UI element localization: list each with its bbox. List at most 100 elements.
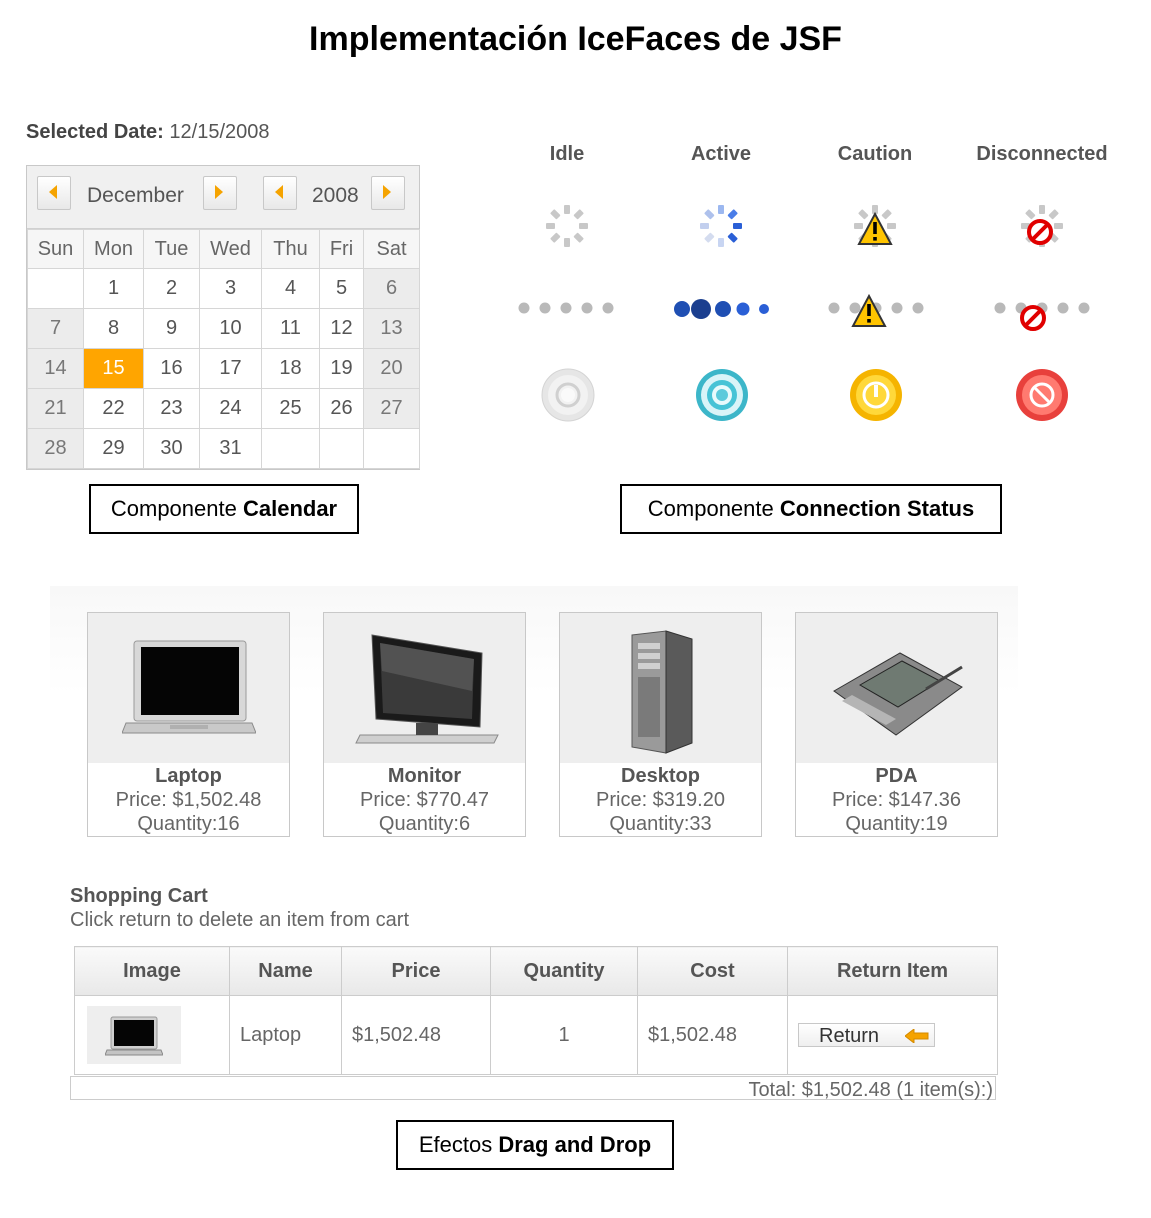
product-quantity: Quantity:16 [137,813,240,835]
calendar-day[interactable]: 30 [143,428,200,469]
disconnected-dots-icon [994,302,1090,331]
calendar-day[interactable]: 26 [319,388,364,429]
cart-total: Total: $1,502.48 (1 item(s):) [70,1076,996,1101]
calendar-day[interactable]: 22 [83,388,144,429]
caution-dots-icon [828,293,924,327]
product-price: Price: $1,502.48 [115,789,262,811]
weekday-header: Thu [261,229,320,269]
column-header-return: Return Item [787,946,998,996]
arrow-left-icon [275,185,283,199]
next-year-button[interactable] [371,176,405,210]
status-header-caution: Caution [837,143,913,165]
calendar-week-row: 7 8 9 10 11 12 13 [27,308,420,349]
calendar-day[interactable]: 5 [319,268,364,309]
calendar-day[interactable]: 4 [261,268,320,309]
return-button[interactable]: Return [798,1022,935,1047]
product-card-desktop[interactable]: Desktop Price: $319.20 Quantity:33 [559,612,762,837]
connection-status-caption: Componente Connection Status [620,484,1002,534]
product-quantity: Quantity:19 [845,813,948,835]
calendar-grid: Sun Mon Tue Wed Thu Fri Sat 1 2 3 4 5 6 7 8 9 10 11 12 13 1… [27,229,420,469]
column-header-cost: Cost [637,946,788,996]
column-header-image: Image [74,946,230,996]
active-spinner-icon [700,205,742,247]
cart-item-image [74,995,230,1075]
status-header-active: Active [690,143,752,165]
caption-prefix: Componente [647,496,780,521]
calendar-day[interactable]: 28 [27,428,84,469]
calendar-week-row: 28 29 30 31 [27,428,420,469]
calendar-day[interactable]: 9 [143,308,200,349]
prev-year-button[interactable] [263,176,297,210]
laptop-icon [122,640,256,734]
calendar-day[interactable]: 13 [363,308,420,349]
selected-date-label: Selected Date: [26,121,164,143]
caption-bold: Calendar [242,496,338,521]
calendar-day[interactable]: 16 [143,348,200,389]
calendar-week-row: 123456 [27,268,420,309]
prev-month-button[interactable] [37,176,71,210]
caution-spinner-icon [854,205,896,247]
calendar-day[interactable]: 27 [363,388,420,429]
calendar-day[interactable]: 6 [363,268,420,309]
drag-drop-caption: Efectos Drag and Drop [396,1120,674,1170]
cart-item-quantity: 1 [490,995,638,1075]
idle-spinner-icon [546,205,588,247]
active-status-icon [696,369,748,421]
column-header-price: Price [341,946,491,996]
calendar-day[interactable]: 2 [143,268,200,309]
calendar-week-row: 14 15 16 17 18 19 20 [27,348,420,389]
product-name: Laptop [155,765,222,787]
calendar-empty-cell [363,428,420,469]
calendar-day[interactable]: 20 [363,348,420,389]
calendar-day[interactable]: 29 [83,428,144,469]
weekday-row: Sun Mon Tue Wed Thu Fri Sat [27,229,420,269]
weekday-header: Tue [143,229,200,269]
calendar-day[interactable]: 15 [83,348,144,389]
product-card-monitor[interactable]: Monitor Price: $770.47 Quantity:6 [323,612,526,837]
cart-item-price: $1,502.48 [341,995,491,1075]
calendar-day[interactable]: 18 [261,348,320,389]
calendar-day[interactable]: 8 [83,308,144,349]
arrow-right-icon [215,185,223,199]
calendar-day[interactable]: 23 [143,388,200,429]
calendar-day[interactable]: 3 [199,268,262,309]
disconnected-spinner-icon [1021,205,1063,247]
desktop-tower-icon [631,630,693,754]
calendar-header: December 2008 [27,166,419,229]
product-card-laptop[interactable]: Laptop Price: $1,502.48 Quantity:16 [87,612,290,837]
calendar-month: December [87,184,184,207]
column-header-name: Name [229,946,342,996]
weekday-header: Mon [83,229,144,269]
calendar-empty-cell [319,428,364,469]
cart-item-return-cell: Return [787,995,998,1075]
cart-table: Image Name Price Quantity Cost Return It… [74,946,998,1075]
caption-prefix: Efectos [418,1132,499,1157]
calendar-day[interactable]: 19 [319,348,364,389]
calendar-day[interactable]: 25 [261,388,320,429]
calendar-day[interactable]: 1 [83,268,144,309]
laptop-icon [105,1016,163,1056]
calendar-day[interactable]: 17 [199,348,262,389]
calendar-day[interactable]: 11 [261,308,320,349]
status-header-disconnected: Disconnected [976,143,1108,165]
calendar-day[interactable]: 7 [27,308,84,349]
product-image [88,613,289,763]
calendar-day[interactable]: 31 [199,428,262,469]
column-header-quantity: Quantity [490,946,638,996]
calendar-day[interactable]: 14 [27,348,84,389]
active-dots-icon [674,299,769,319]
next-month-button[interactable] [203,176,237,210]
disconnected-status-icon [1016,369,1068,421]
calendar-day[interactable]: 24 [199,388,262,429]
cart-item-name: Laptop [229,995,342,1075]
pda-icon [833,652,963,736]
calendar-day[interactable]: 10 [199,308,262,349]
calendar-day[interactable]: 21 [27,388,84,429]
calendar-day[interactable]: 12 [319,308,364,349]
return-button-label: Return [819,1024,880,1047]
caption-prefix: Componente [110,496,243,521]
product-quantity: Quantity:33 [609,813,712,835]
product-image [324,613,525,763]
product-name: Monitor [387,765,462,787]
product-card-pda[interactable]: PDA Price: $147.36 Quantity:19 [795,612,998,837]
